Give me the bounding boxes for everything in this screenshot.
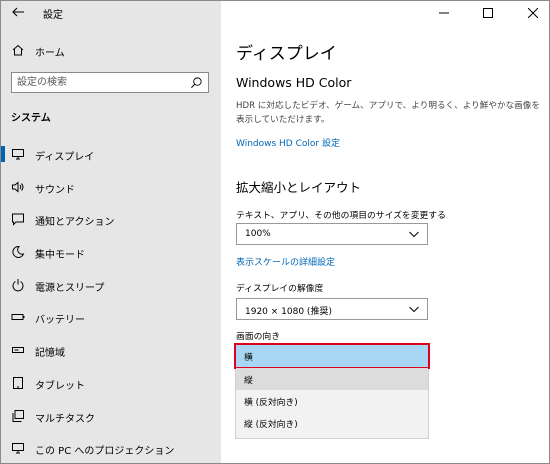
advanced-scale-link[interactable]: 表示スケールの詳細設定 xyxy=(236,255,335,268)
projection-icon xyxy=(12,443,24,454)
orientation-label: 画面の向き xyxy=(236,332,280,342)
sidebar-item-label: 集中モード xyxy=(35,250,85,262)
speaker-icon xyxy=(12,181,24,193)
option-label: 横 xyxy=(244,353,253,363)
scale-layout-heading: 拡大縮小とレイアウト xyxy=(236,180,362,195)
sidebar-item-label: 電源とスリープ xyxy=(35,282,105,294)
titlebar-left: 設定 xyxy=(1,1,221,25)
active-indicator xyxy=(1,146,5,162)
home-nav-item[interactable]: ホーム xyxy=(1,39,221,63)
sidebar-item-focus-mode[interactable]: 集中モード xyxy=(1,236,221,269)
back-button[interactable] xyxy=(11,4,29,22)
battery-icon xyxy=(11,314,25,321)
chevron-down-icon xyxy=(409,306,419,313)
close-icon xyxy=(528,8,538,18)
display-icon xyxy=(12,149,24,160)
resolution-label: ディスプレイの解像度 xyxy=(236,284,324,294)
sidebar-item-sound[interactable]: サウンド xyxy=(1,171,221,204)
main-content: ディスプレイ Windows HD Color HDR に対応したビデオ、ゲーム… xyxy=(221,1,549,463)
sidebar-item-battery[interactable]: バッテリー xyxy=(1,301,221,334)
orientation-dropdown-list: 横 縦 横 (反対向き) 縦 (反対向き) xyxy=(234,343,430,438)
storage-icon xyxy=(12,347,24,354)
hdr-heading: Windows HD Color xyxy=(236,75,352,90)
minimize-button[interactable] xyxy=(435,4,453,22)
moon-icon xyxy=(12,246,25,258)
sidebar-item-projection[interactable]: この PC へのプロジェクション xyxy=(1,432,221,463)
sidebar-item-label: タブレット xyxy=(35,380,85,392)
sidebar-item-label: マルチタスク xyxy=(35,413,95,425)
scale-value: 100% xyxy=(245,229,271,239)
hdr-settings-link[interactable]: Windows HD Color 設定 xyxy=(236,136,340,149)
hdr-description: HDR に対応したビデオ、ゲーム、アプリで、より明るく、より鮮やかな画像を表示し… xyxy=(236,101,540,125)
orientation-option-landscape-flipped[interactable]: 横 (反対向き) xyxy=(236,390,428,412)
sidebar-item-label: 記憶域 xyxy=(35,348,65,360)
sidebar-item-storage[interactable]: 記憶域 xyxy=(1,334,221,367)
sidebar-item-label: ディスプレイ xyxy=(35,152,95,163)
orientation-option-landscape[interactable]: 横 xyxy=(234,343,430,369)
orientation-option-portrait[interactable]: 縦 xyxy=(236,368,428,390)
minimize-icon xyxy=(439,12,449,14)
system-nav-list: ディスプレイ サウンド 通知とアクション 集中モード 電源とスリープ バッテリー xyxy=(1,138,221,463)
multitask-icon xyxy=(12,409,24,422)
resolution-value: 1920 × 1080 (推奨) xyxy=(245,307,332,317)
notification-icon xyxy=(12,213,24,227)
home-icon xyxy=(12,44,24,56)
sidebar: 設定 ホーム システム ディスプレイ サウンド 通知とアクション xyxy=(1,1,221,463)
orientation-option-portrait-flipped[interactable]: 縦 (反対向き) xyxy=(236,412,428,434)
sidebar-item-label: バッテリー xyxy=(35,315,85,327)
back-arrow-icon xyxy=(12,7,24,17)
app-title: 設定 xyxy=(43,10,63,21)
search-icon[interactable] xyxy=(190,76,203,89)
sidebar-item-label: 通知とアクション xyxy=(35,217,115,229)
tablet-icon xyxy=(13,376,23,389)
sidebar-item-label: この PC へのプロジェクション xyxy=(35,446,175,458)
window-controls xyxy=(421,1,549,25)
option-label: 縦 xyxy=(244,376,253,386)
chevron-down-icon xyxy=(409,231,419,238)
maximize-button[interactable] xyxy=(479,4,497,22)
sidebar-item-display[interactable]: ディスプレイ xyxy=(1,138,221,171)
sidebar-item-multitasking[interactable]: マルチタスク xyxy=(1,400,221,433)
scale-label: テキスト、アプリ、その他の項目のサイズを変更する xyxy=(236,211,446,221)
sidebar-item-tablet[interactable]: タブレット xyxy=(1,367,221,400)
maximize-icon xyxy=(483,8,493,18)
system-section-header: システム xyxy=(11,113,51,124)
option-label: 縦 (反対向き) xyxy=(244,420,298,430)
sidebar-item-notifications[interactable]: 通知とアクション xyxy=(1,203,221,236)
sidebar-item-power-sleep[interactable]: 電源とスリープ xyxy=(1,269,221,302)
settings-window: 設定 ホーム システム ディスプレイ サウンド 通知とアクション xyxy=(0,0,550,464)
resolution-dropdown[interactable]: 1920 × 1080 (推奨) xyxy=(236,298,428,320)
home-label: ホーム xyxy=(35,48,65,59)
search-box[interactable] xyxy=(11,72,209,93)
power-icon xyxy=(12,278,24,292)
close-button[interactable] xyxy=(524,4,542,22)
search-input[interactable] xyxy=(17,75,177,90)
option-label: 横 (反対向き) xyxy=(244,398,298,408)
page-title: ディスプレイ xyxy=(236,44,337,64)
sidebar-item-label: サウンド xyxy=(35,184,75,196)
scale-dropdown[interactable]: 100% xyxy=(236,223,428,245)
